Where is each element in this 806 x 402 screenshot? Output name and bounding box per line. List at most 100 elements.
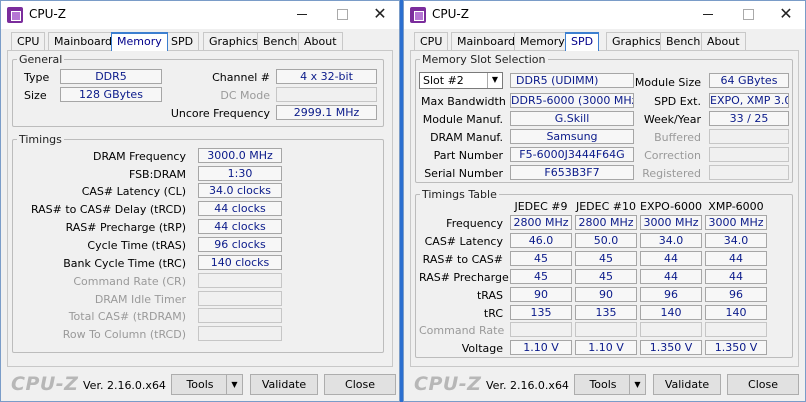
timing-value: 1:30 (198, 166, 282, 181)
timing-label: Command Rate (CR) (73, 275, 186, 288)
max-bandwidth-label: Max Bandwidth (421, 95, 506, 108)
timing-cell: 44 (705, 251, 767, 266)
module-size-label: Module Size (634, 76, 701, 89)
timing-cell: 2800 MHz (575, 215, 637, 230)
part-number-value: F5-6000J3444F64G (510, 147, 634, 162)
week-year-value: 33 / 25 (709, 111, 789, 126)
close-button[interactable]: Close (727, 374, 799, 395)
timing-label: FSB:DRAM (128, 168, 186, 181)
timing-cell: 44 (640, 269, 702, 284)
timing-cell (575, 322, 637, 337)
timing-value: 3000.0 MHz (198, 148, 282, 163)
tools-button[interactable]: Tools ▼ (171, 374, 243, 395)
registered-value (709, 165, 789, 180)
tab-graphics[interactable]: Graphics (606, 32, 667, 51)
tab-memory[interactable]: Memory (111, 32, 168, 51)
module-manuf-label: Module Manuf. (422, 113, 503, 126)
version-text: Ver. 2.16.0.x64 (83, 379, 166, 392)
column-header: EXPO-6000 (640, 200, 703, 213)
cpuz-memory-window: CPU-Z ✕ CPU Mainboard Memory SPD Graphic… (0, 0, 400, 402)
minimize-icon[interactable] (291, 5, 313, 23)
week-year-label: Week/Year (643, 113, 701, 126)
tab-spd[interactable]: SPD (565, 32, 600, 51)
timing-cell: 3000 MHz (705, 215, 767, 230)
timing-cell: 1.350 V (640, 340, 702, 355)
close-icon[interactable]: ✕ (369, 5, 391, 23)
timing-cell: 96 (705, 287, 767, 302)
timing-value (198, 273, 282, 288)
timing-label: DRAM Idle Timer (94, 293, 186, 306)
tab-graphics[interactable]: Graphics (203, 32, 264, 51)
timing-cell: 45 (510, 251, 572, 266)
chevron-down-icon[interactable]: ▼ (487, 73, 502, 88)
timing-cell: 135 (510, 305, 572, 320)
tab-memory[interactable]: Memory (514, 32, 571, 51)
tab-about[interactable]: About (298, 32, 343, 51)
serial-number-value: F653B3F7 (510, 165, 634, 180)
timing-cell: 44 (705, 269, 767, 284)
tab-bench[interactable]: Bench (257, 32, 304, 51)
dcmode-value (276, 87, 377, 102)
close-icon[interactable]: ✕ (775, 5, 797, 23)
module-manuf-value: G.Skill (510, 111, 634, 126)
column-header: JEDEC #9 (514, 200, 568, 213)
maximize-icon[interactable] (331, 5, 353, 23)
tab-about[interactable]: About (701, 32, 746, 51)
tab-mainboard[interactable]: Mainboard (451, 32, 522, 51)
timing-cell: 34.0 (705, 233, 767, 248)
dram-manuf-label: DRAM Manuf. (430, 131, 503, 144)
spd-panel: Memory Slot Selection Slot #2 ▼ DDR5 (UD… (410, 50, 799, 367)
title-bar[interactable]: CPU-Z ✕ (404, 1, 805, 29)
timing-value (198, 308, 282, 323)
dram-manuf-value: Samsung (510, 129, 634, 144)
timing-row-label: tRAS (476, 289, 503, 302)
version-text: Ver. 2.16.0.x64 (486, 379, 569, 392)
close-button[interactable]: Close (324, 374, 396, 395)
size-label: Size (24, 89, 47, 102)
tab-bar: CPU Mainboard Memory SPD Graphics Bench … (7, 32, 393, 51)
module-type-value: DDR5 (UDIMM) (510, 73, 634, 88)
correction-label: Correction (644, 149, 701, 162)
timing-cell: 46.0 (510, 233, 572, 248)
timing-cell: 140 (640, 305, 702, 320)
window-title: CPU-Z (29, 7, 66, 21)
tab-cpu[interactable]: CPU (11, 32, 46, 51)
timing-row-label: RAS# Precharge (419, 271, 509, 284)
general-legend: General (19, 53, 63, 66)
chevron-down-icon[interactable]: ▼ (629, 375, 645, 394)
title-bar[interactable]: CPU-Z ✕ (1, 1, 399, 29)
minimize-icon[interactable] (697, 5, 719, 23)
slot-select[interactable]: Slot #2 ▼ (419, 72, 503, 89)
slot-legend: Memory Slot Selection (422, 53, 546, 66)
channel-label: Channel # (212, 71, 270, 84)
timing-row-label: CAS# Latency (424, 235, 503, 248)
tab-bench[interactable]: Bench (660, 32, 707, 51)
type-label: Type (24, 71, 50, 84)
timing-label: DRAM Frequency (92, 150, 186, 163)
tab-cpu[interactable]: CPU (414, 32, 449, 51)
timing-cell: 1.10 V (575, 340, 637, 355)
tab-mainboard[interactable]: Mainboard (48, 32, 119, 51)
validate-button[interactable]: Validate (250, 374, 318, 395)
cpuz-logo: CPU-Z (414, 373, 482, 395)
chevron-down-icon[interactable]: ▼ (226, 375, 242, 394)
uncore-value: 2999.1 MHz (276, 105, 377, 120)
timing-cell: 50.0 (575, 233, 637, 248)
tab-spd[interactable]: SPD (165, 32, 200, 51)
cpuz-spd-window: CPU-Z ✕ CPU Mainboard Memory SPD Graphic… (403, 0, 806, 402)
dcmode-label: DC Mode (220, 89, 270, 102)
maximize-icon[interactable] (737, 5, 759, 23)
window-title: CPU-Z (432, 7, 469, 21)
tools-button[interactable]: Tools ▼ (574, 374, 646, 395)
tab-bar: CPU Mainboard Memory SPD Graphics Bench … (410, 32, 799, 51)
timing-cell: 140 (705, 305, 767, 320)
timing-value: 96 clocks (198, 237, 282, 252)
timings-table-legend: Timings Table (422, 188, 497, 201)
part-number-label: Part Number (433, 149, 503, 162)
validate-button[interactable]: Validate (653, 374, 721, 395)
timing-cell: 45 (575, 269, 637, 284)
timing-cell: 96 (640, 287, 702, 302)
column-header: JEDEC #10 (575, 200, 636, 213)
timing-cell: 45 (510, 269, 572, 284)
memory-panel: General Type DDR5 Size 128 GBytes Channe… (7, 50, 393, 367)
